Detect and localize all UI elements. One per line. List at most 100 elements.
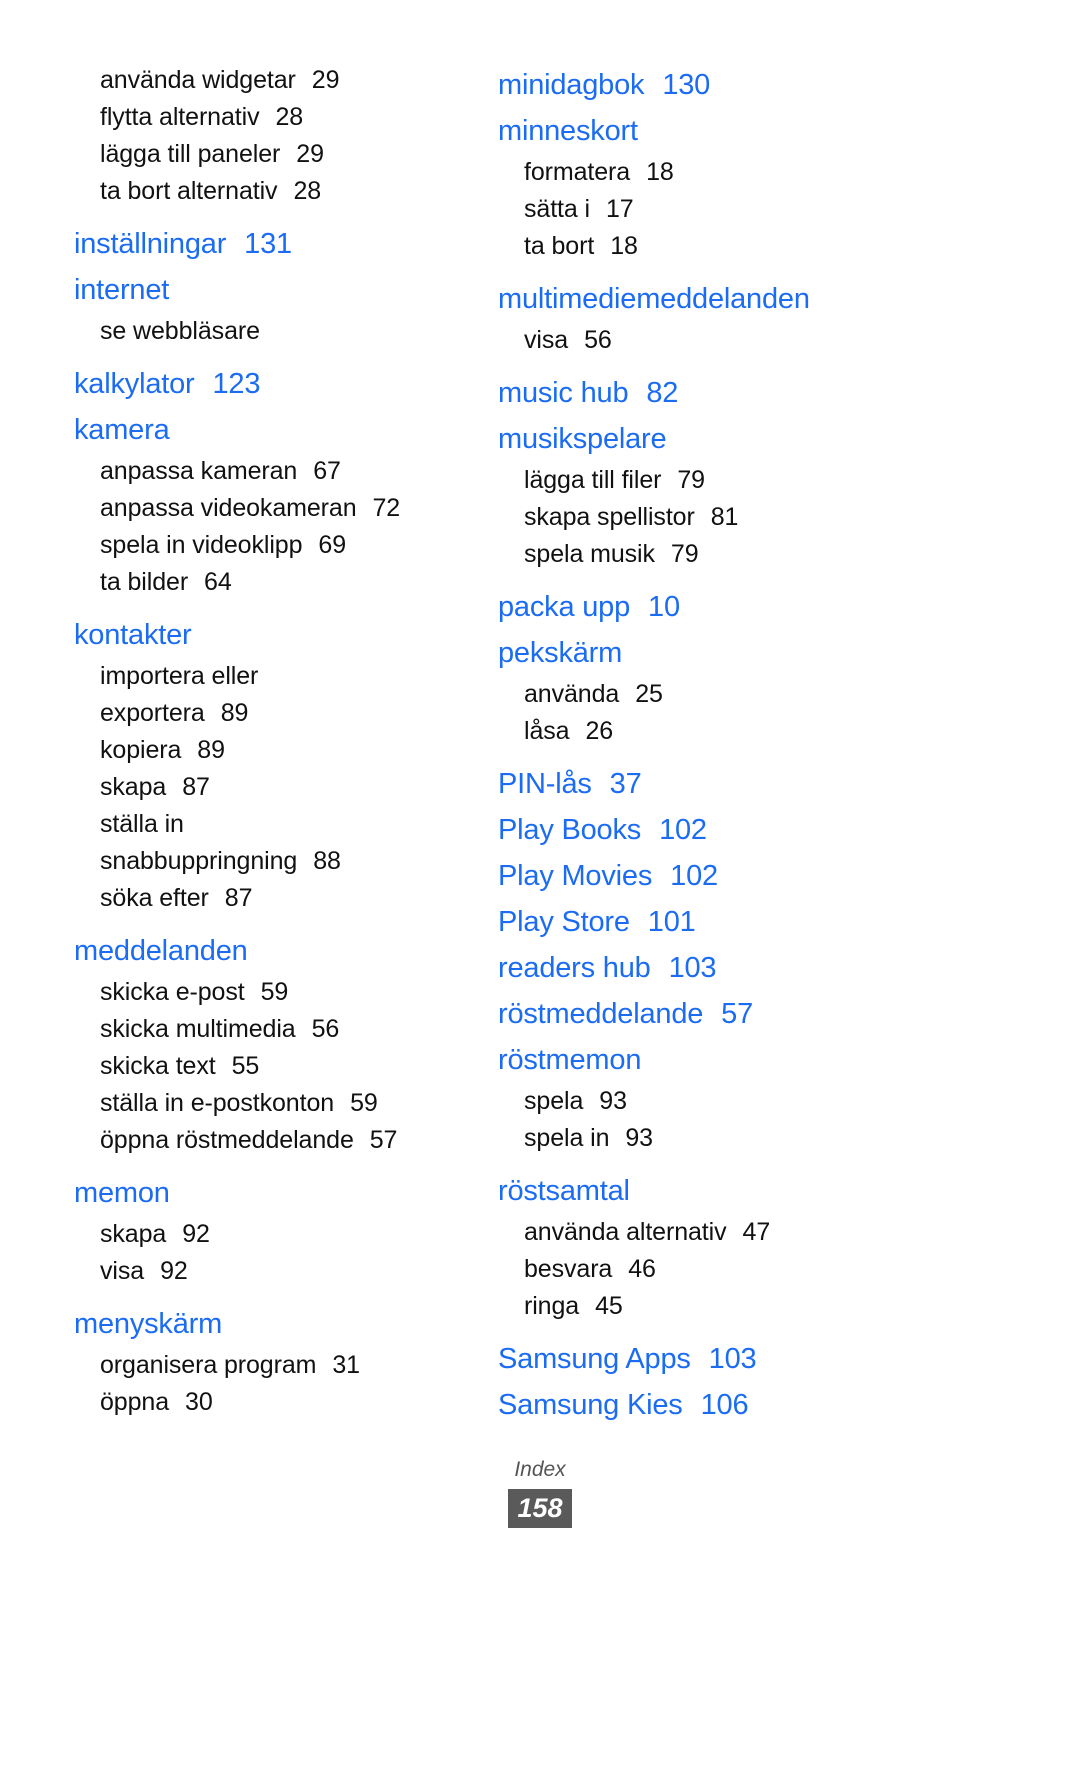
index-entry-page-number: 89 bbox=[197, 736, 225, 764]
index-entry[interactable]: packa upp 10 bbox=[498, 584, 912, 630]
index-entry-label: spela in bbox=[524, 1124, 610, 1152]
index-subentry[interactable]: spela musik 79 bbox=[498, 536, 912, 573]
index-entry[interactable]: röstmemon bbox=[498, 1037, 912, 1083]
index-entry-label: spela in videoklipp bbox=[100, 531, 303, 559]
index-entry-page-number: 29 bbox=[311, 66, 340, 94]
index-subentry[interactable]: öppna röstmeddelande 57 bbox=[74, 1122, 456, 1159]
index-entry[interactable]: multimediemeddelanden bbox=[498, 276, 912, 322]
index-entry-label: spela bbox=[524, 1087, 584, 1115]
index-subentry[interactable]: visa 56 bbox=[498, 322, 912, 359]
index-entry[interactable]: memon bbox=[74, 1170, 456, 1216]
index-entry[interactable]: Play Store 101 bbox=[498, 899, 912, 945]
index-subentry[interactable]: lägga till filer 79 bbox=[498, 462, 912, 499]
index-subentry[interactable]: använda 25 bbox=[498, 676, 912, 713]
index-subentry[interactable]: använda widgetar 29 bbox=[74, 62, 456, 99]
index-subentry[interactable]: använda alternativ 47 bbox=[498, 1214, 912, 1251]
index-subentry[interactable]: importera eller bbox=[74, 658, 456, 695]
index-columns: använda widgetar 29 flytta alternativ 28 läg… bbox=[0, 0, 1080, 1421]
index-subentry[interactable]: formatera 18 bbox=[498, 154, 912, 191]
index-entry[interactable]: Samsung Apps 103 bbox=[498, 1336, 912, 1382]
index-entry-page-number: 89 bbox=[220, 699, 249, 727]
index-subentry[interactable]: ringa 45 bbox=[498, 1288, 912, 1325]
index-entry[interactable]: Play Books 102 bbox=[498, 807, 912, 853]
index-subentry[interactable]: skicka e-post 59 bbox=[74, 974, 456, 1011]
index-entry-label: röstmemon bbox=[498, 1044, 642, 1076]
index-entry-page-number: 10 bbox=[648, 591, 680, 623]
index-subentry[interactable]: lägga till paneler 29 bbox=[74, 136, 456, 173]
index-subentry[interactable]: ställa in bbox=[74, 806, 456, 843]
index-subentry[interactable]: spela 93 bbox=[498, 1083, 912, 1120]
index-subentry[interactable]: ställa in e-postkonton 59 bbox=[74, 1085, 456, 1122]
index-entry-page-number: 28 bbox=[275, 103, 304, 131]
index-entry[interactable]: kontakter bbox=[74, 612, 456, 658]
index-entry-page-number: 18 bbox=[646, 158, 674, 186]
index-subentry[interactable]: anpassa kameran 67 bbox=[74, 453, 456, 490]
index-entry-page-number: 30 bbox=[185, 1388, 213, 1416]
index-entry[interactable]: inställningar 131 bbox=[74, 221, 456, 267]
index-entry[interactable]: music hub 82 bbox=[498, 370, 912, 416]
index-entry-label: snabbuppringning bbox=[100, 847, 298, 875]
index-entry[interactable]: Play Movies 102 bbox=[498, 853, 912, 899]
index-subentry[interactable]: skapa spellistor 81 bbox=[498, 499, 912, 536]
index-entry[interactable]: internet bbox=[74, 267, 456, 313]
index-entry-label: röstmeddelande bbox=[498, 998, 704, 1030]
index-entry-label: öppna bbox=[100, 1388, 170, 1416]
index-entry-page-number: 93 bbox=[599, 1087, 627, 1115]
index-entry[interactable]: musikspelare bbox=[498, 416, 912, 462]
index-entry-label: Samsung Kies bbox=[498, 1389, 683, 1421]
index-entry[interactable]: PIN-lås 37 bbox=[498, 761, 912, 807]
index-subentry[interactable]: ta bilder 64 bbox=[74, 564, 456, 601]
index-page: använda widgetar 29 flytta alternativ 28 läg… bbox=[0, 0, 1080, 1771]
index-entry-label: kopiera bbox=[100, 736, 182, 764]
index-subentry[interactable]: visa 92 bbox=[74, 1253, 456, 1290]
index-entry-page-number: 46 bbox=[628, 1255, 656, 1283]
index-entry-label: musikspelare bbox=[498, 423, 667, 455]
index-subentry[interactable]: spela in videoklipp 69 bbox=[74, 527, 456, 564]
index-subentry[interactable]: skapa 87 bbox=[74, 769, 456, 806]
index-entry-page-number: 101 bbox=[647, 906, 696, 938]
index-entry[interactable]: pekskärm bbox=[498, 630, 912, 676]
index-subentry[interactable]: snabbuppringning 88 bbox=[74, 843, 456, 880]
index-entry-label: se webbläsare bbox=[100, 317, 260, 345]
index-entry-page-number: 25 bbox=[635, 680, 663, 708]
index-subentry[interactable]: flytta alternativ 28 bbox=[74, 99, 456, 136]
index-subentry[interactable]: ta bort 18 bbox=[498, 228, 912, 265]
index-entry[interactable]: meddelanden bbox=[74, 928, 456, 974]
index-subentry[interactable]: se webbläsare bbox=[74, 313, 456, 350]
index-subentry[interactable]: låsa 26 bbox=[498, 713, 912, 750]
index-subentry[interactable]: spela in 93 bbox=[498, 1120, 912, 1157]
index-entry-label: lägga till filer bbox=[524, 466, 662, 494]
index-subentry[interactable]: sätta i 17 bbox=[498, 191, 912, 228]
index-entry[interactable]: Samsung Kies 106 bbox=[498, 1382, 912, 1428]
index-entry-page-number: 28 bbox=[293, 177, 322, 205]
index-entry-page-number: 102 bbox=[659, 814, 707, 846]
index-entry[interactable]: röstmeddelande 57 bbox=[498, 991, 912, 1037]
index-subentry[interactable]: exportera 89 bbox=[74, 695, 456, 732]
index-entry-page-number: 103 bbox=[668, 952, 717, 984]
index-entry-label: ta bilder bbox=[100, 568, 189, 596]
index-subentry[interactable]: söka efter 87 bbox=[74, 880, 456, 917]
index-entry[interactable]: minneskort bbox=[498, 108, 912, 154]
index-subentry[interactable]: skicka multimedia 56 bbox=[74, 1011, 456, 1048]
index-entry[interactable]: kamera bbox=[74, 407, 456, 453]
index-subentry[interactable]: besvara 46 bbox=[498, 1251, 912, 1288]
index-entry[interactable]: minidagbok 130 bbox=[498, 62, 912, 108]
index-subentry[interactable]: anpassa videokameran 72 bbox=[74, 490, 456, 527]
index-entry-page-number: 59 bbox=[260, 978, 289, 1006]
index-entry-page-number: 72 bbox=[372, 494, 401, 522]
index-entry-label: music hub bbox=[498, 377, 629, 409]
index-subentry[interactable]: kopiera 89 bbox=[74, 732, 456, 769]
index-entry[interactable]: menyskärm bbox=[74, 1301, 456, 1347]
index-entry[interactable]: kalkylator 123 bbox=[74, 361, 456, 407]
index-entry-label: skicka e-post bbox=[100, 978, 245, 1006]
index-entry[interactable]: readers hub 103 bbox=[498, 945, 912, 991]
index-subentry[interactable]: skicka text 55 bbox=[74, 1048, 456, 1085]
index-entry-label: öppna röstmeddelande bbox=[100, 1126, 354, 1154]
index-subentry[interactable]: organisera program 31 bbox=[74, 1347, 456, 1384]
index-subentry[interactable]: öppna 30 bbox=[74, 1384, 456, 1421]
index-entry-page-number: 26 bbox=[585, 717, 614, 745]
index-entry-label: ringa bbox=[524, 1292, 580, 1320]
index-subentry[interactable]: skapa 92 bbox=[74, 1216, 456, 1253]
index-entry[interactable]: röstsamtal bbox=[498, 1168, 912, 1214]
index-subentry[interactable]: ta bort alternativ 28 bbox=[74, 173, 456, 210]
